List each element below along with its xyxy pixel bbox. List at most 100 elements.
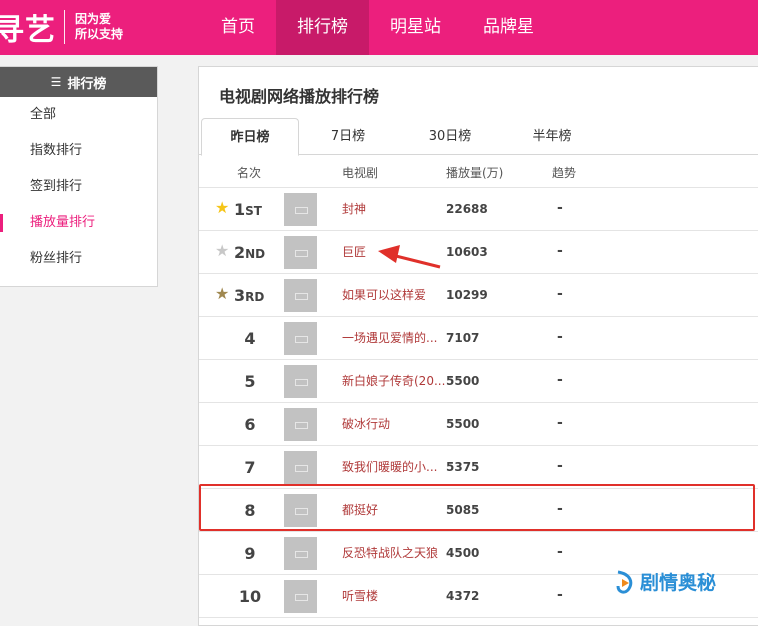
table-header: 名次 电视剧 播放量(万) 趋势	[199, 155, 758, 188]
table-row[interactable]: 8 都挺好 5085 -	[199, 489, 758, 532]
trend-indicator: -	[557, 587, 563, 603]
table-row[interactable]: 6 破冰行动 5500 -	[199, 403, 758, 446]
drama-title-link[interactable]: 致我们暖暖的小...	[342, 446, 437, 489]
poster-thumbnail[interactable]	[284, 537, 317, 570]
trend-indicator: -	[557, 501, 563, 517]
poster-thumbnail[interactable]	[284, 322, 317, 355]
trend-indicator: -	[557, 415, 563, 431]
top-navbar: 寻艺 因为爱 所以支持 首页 排行榜 明星站 品牌星	[0, 0, 758, 55]
rank-number: 8	[244, 501, 256, 520]
play-count: 4500	[446, 546, 480, 560]
drama-title-link[interactable]: 一场遇见爱情的...	[342, 317, 437, 360]
rank-number: 3	[234, 286, 246, 305]
tab-30-day[interactable]: 30日榜	[405, 118, 495, 155]
tab-yesterday[interactable]: 昨日榜	[201, 118, 299, 156]
sidebar-item-plays-rank[interactable]: 播放量排行	[0, 205, 157, 241]
annotation-arrow-icon	[378, 245, 441, 269]
rank-suffix: ST	[245, 204, 262, 218]
poster-thumbnail[interactable]	[284, 408, 317, 441]
play-count: 4372	[446, 589, 480, 603]
drama-title-link[interactable]: 听雪楼	[342, 575, 378, 618]
table-row[interactable]: ★ 3RD 如果可以这样爱 10299 -	[199, 274, 758, 317]
drama-title-link[interactable]: 新白娘子传奇(20...	[342, 360, 445, 403]
header-plays: 播放量(万)	[446, 166, 504, 180]
rank-number: 9	[244, 544, 256, 563]
header-rank: 名次	[237, 166, 262, 180]
rank-star-icon: ★	[215, 198, 230, 217]
nav-star-site[interactable]: 明星站	[369, 0, 462, 55]
trend-indicator: -	[557, 243, 563, 259]
nav-brand-star[interactable]: 品牌星	[462, 0, 555, 55]
rank-number: 4	[244, 329, 256, 348]
rank-suffix: RD	[245, 290, 265, 304]
site-logo[interactable]: 寻艺 因为爱 所以支持	[0, 6, 123, 48]
table-row[interactable]: ★ 2ND 巨匠 10603 -	[199, 231, 758, 274]
rank-star-icon: ★	[215, 284, 230, 303]
list-icon: ☰	[50, 75, 62, 89]
rank-number: 2	[234, 243, 246, 262]
drama-title-link[interactable]: 巨匠	[342, 231, 366, 274]
slogan-line-2: 所以支持	[75, 27, 124, 41]
play-count: 5500	[446, 374, 480, 388]
ranking-panel: 电视剧网络播放排行榜 昨日榜 7日榜 30日榜 半年榜 名次 电视剧 播放量(万…	[198, 66, 758, 626]
trend-indicator: -	[557, 329, 563, 345]
trend-indicator: -	[557, 372, 563, 388]
table-row[interactable]: 7 致我们暖暖的小... 5375 -	[199, 446, 758, 489]
drama-title-link[interactable]: 封神	[342, 188, 366, 231]
watermark: 剧情奥秘	[614, 568, 716, 595]
poster-thumbnail[interactable]	[284, 236, 317, 269]
sidebar-item-index-rank[interactable]: 指数排行	[0, 133, 157, 169]
rank-label: 1ST	[234, 188, 262, 231]
logo-divider	[64, 10, 65, 44]
trend-indicator: -	[557, 544, 563, 560]
poster-thumbnail[interactable]	[284, 279, 317, 312]
play-logo-icon	[616, 570, 633, 594]
logo-slogan: 因为爱 所以支持	[75, 12, 123, 42]
table-row[interactable]: ★ 1ST 封神 22688 -	[199, 188, 758, 231]
poster-thumbnail[interactable]	[284, 193, 317, 226]
sidebar-header-label: 排行榜	[67, 76, 107, 92]
play-count: 10603	[446, 245, 488, 259]
slogan-line-1: 因为爱	[75, 12, 112, 26]
drama-title-link[interactable]: 破冰行动	[342, 403, 390, 446]
poster-thumbnail[interactable]	[284, 580, 317, 613]
play-count: 22688	[446, 202, 488, 216]
rank-number: 1	[234, 200, 246, 219]
rank-label: 2ND	[234, 231, 265, 274]
table-row[interactable]: 4 一场遇见爱情的... 7107 -	[199, 317, 758, 360]
rank-number: 5	[244, 372, 256, 391]
poster-thumbnail[interactable]	[284, 451, 317, 484]
play-count: 10299	[446, 288, 488, 302]
nav-rankings[interactable]: 排行榜	[276, 0, 369, 55]
play-count: 7107	[446, 331, 480, 345]
drama-title-link[interactable]: 都挺好	[342, 489, 378, 532]
drama-title-link[interactable]: 反恐特战队之天狼	[342, 532, 438, 575]
table-row[interactable]: 5 新白娘子传奇(20... 5500 -	[199, 360, 758, 403]
rank-number: 7	[244, 458, 256, 477]
poster-thumbnail[interactable]	[284, 365, 317, 398]
drama-title-link[interactable]: 如果可以这样爱	[342, 274, 426, 317]
tab-half-year[interactable]: 半年榜	[507, 118, 597, 155]
play-count: 5085	[446, 503, 480, 517]
trend-indicator: -	[557, 200, 563, 216]
header-drama: 电视剧	[342, 166, 379, 180]
logo-text: 寻艺	[0, 13, 56, 48]
sidebar-item-checkin-rank[interactable]: 签到排行	[0, 169, 157, 205]
sidebar-item-fans-rank[interactable]: 粉丝排行	[0, 241, 157, 277]
panel-title: 电视剧网络播放排行榜	[219, 87, 380, 106]
rank-number: 6	[244, 415, 256, 434]
trend-indicator: -	[557, 458, 563, 474]
rank-number: 10	[238, 587, 262, 606]
header-trend: 趋势	[552, 166, 577, 180]
nav-home[interactable]: 首页	[200, 0, 276, 55]
sidebar: ☰ 排行榜 全部 指数排行 签到排行 播放量排行 粉丝排行	[0, 66, 158, 287]
period-tabs: 昨日榜 7日榜 30日榜 半年榜	[199, 118, 758, 156]
sidebar-header: ☰ 排行榜	[0, 67, 157, 97]
poster-thumbnail[interactable]	[284, 494, 317, 527]
watermark-text: 剧情奥秘	[640, 572, 717, 594]
main-nav: 首页 排行榜 明星站 品牌星	[200, 0, 555, 55]
sidebar-item-all[interactable]: 全部	[0, 97, 157, 133]
tab-7-day[interactable]: 7日榜	[303, 118, 393, 155]
trend-indicator: -	[557, 286, 563, 302]
play-count: 5500	[446, 417, 480, 431]
